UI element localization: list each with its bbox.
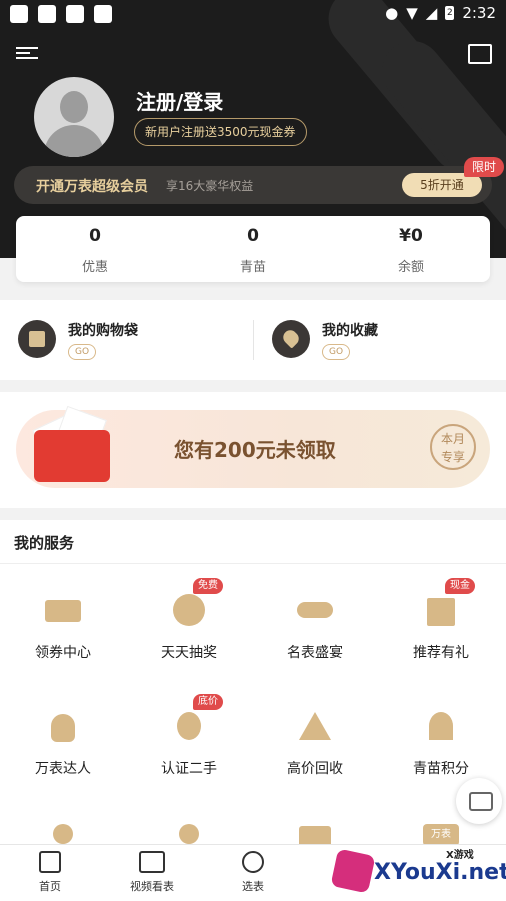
notification-icon xyxy=(94,5,112,23)
service-label: 万表达人 xyxy=(35,761,91,777)
tab-video[interactable]: 视频看表 xyxy=(112,851,192,894)
customer-service-chat-button[interactable] xyxy=(456,778,502,824)
gift-icon: 现金 xyxy=(423,578,475,628)
service-label: 领券中心 xyxy=(35,645,91,661)
sprout-icon xyxy=(423,708,459,744)
service-certified-used[interactable]: 底价 认证二手 xyxy=(126,694,252,778)
stamp-line: 本月 xyxy=(440,432,465,446)
ticket-icon xyxy=(45,592,81,628)
avatar[interactable] xyxy=(34,77,114,157)
wifi-icon: ▼ xyxy=(406,4,418,22)
menu-icon[interactable] xyxy=(16,44,38,62)
watermark-icon xyxy=(330,848,376,894)
vip-title: 开通万表超级会员 xyxy=(36,179,148,195)
services-section: 我的服务 领券中心 免费 天天抽奖 名表盛宴 现金 推荐有礼 万表达人 底价 认… xyxy=(0,520,506,850)
service-daily-lottery[interactable]: 免费 天天抽奖 xyxy=(126,578,252,662)
stat-label: 余额 xyxy=(397,260,424,275)
tab-select-watch[interactable]: 选表 xyxy=(213,851,293,894)
location-icon: ● xyxy=(385,4,399,22)
heart-icon xyxy=(272,320,310,358)
stat-balance[interactable]: ¥0 余额 xyxy=(332,216,490,282)
services-title: 我的服务 xyxy=(14,534,75,552)
go-tag: GO xyxy=(322,344,351,360)
limited-time-badge: 限时 xyxy=(463,157,504,177)
video-icon xyxy=(139,851,165,873)
watch-icon: 底价 xyxy=(171,694,223,744)
promo-section: 200 您有200元未领取 本月 专享 xyxy=(0,392,506,508)
stat-value: ¥0 xyxy=(399,226,423,246)
login-register-link[interactable]: 注册/登录 xyxy=(136,86,223,115)
shopping-bag-icon xyxy=(18,320,56,358)
wheel-icon: 免费 xyxy=(171,578,223,628)
battery-icon: 2 xyxy=(445,6,455,20)
vip-subtitle: 享16大豪华权益 xyxy=(166,179,254,193)
service-referral[interactable]: 现金 推荐有礼 xyxy=(378,578,504,662)
stat-label: 青苗 xyxy=(239,260,266,275)
stat-coupons[interactable]: 0 优惠 xyxy=(16,216,174,282)
service-coupon-center[interactable]: 领券中心 xyxy=(0,592,126,662)
stat-seedlings[interactable]: 0 青苗 xyxy=(174,216,332,282)
handshake-icon xyxy=(297,592,333,628)
service-label: 认证二手 xyxy=(161,761,217,777)
tab-home[interactable]: 首页 xyxy=(10,851,90,894)
free-badge: 免费 xyxy=(193,578,223,594)
stat-value: 0 xyxy=(89,226,101,246)
coupon-promo-banner[interactable]: 200 您有200元未领取 本月 专享 xyxy=(16,405,490,488)
watermark-text: XYouXi.net xyxy=(374,860,506,885)
service-label: 青苗积分 xyxy=(413,761,469,777)
clock-time: 2:32 xyxy=(462,4,496,22)
account-stats: 0 优惠 0 青苗 ¥0 余额 xyxy=(16,216,490,282)
mail-icon[interactable] xyxy=(468,44,492,64)
chat-icon xyxy=(469,792,493,811)
stamp-line: 专享 xyxy=(440,450,465,464)
status-bar: ● ▼ ◢ 2 2:32 xyxy=(0,0,506,30)
quick-links: 我的购物袋 GO 我的收藏 GO xyxy=(0,300,506,380)
watch-icon xyxy=(242,851,264,873)
service-label: 名表盛宴 xyxy=(287,645,343,661)
lowest-price-badge: 底价 xyxy=(193,694,223,710)
tab-label: 选表 xyxy=(242,880,264,893)
service-label: 推荐有礼 xyxy=(413,645,469,661)
cash-badge: 现金 xyxy=(445,578,475,594)
red-envelope-icon xyxy=(34,430,110,482)
money-bag-icon xyxy=(45,708,81,744)
watermark-logo: X游戏 XYouXi.net xyxy=(330,846,506,896)
notification-icon xyxy=(10,5,28,23)
tab-label: 首页 xyxy=(39,880,61,893)
service-recycle[interactable]: 高价回收 xyxy=(252,708,378,778)
go-tag: GO xyxy=(68,344,97,360)
stat-label: 优惠 xyxy=(81,260,108,275)
stat-value: 0 xyxy=(247,226,259,246)
service-watch-feast[interactable]: 名表盛宴 xyxy=(252,592,378,662)
partial-badge-label: 万表 xyxy=(423,824,459,846)
shopping-bag-label: 我的购物袋 xyxy=(68,323,138,339)
favorites-label: 我的收藏 xyxy=(322,323,378,339)
notification-icon xyxy=(66,5,84,23)
service-label: 高价回收 xyxy=(287,761,343,777)
promo-text: 您有200元未领取 xyxy=(174,438,336,462)
service-label: 天天抽奖 xyxy=(161,645,217,661)
monthly-exclusive-stamp: 本月 专享 xyxy=(430,424,476,470)
service-seedling-points[interactable]: 青苗积分 xyxy=(378,708,504,778)
home-icon xyxy=(39,851,61,873)
image-icon xyxy=(38,5,56,23)
recycle-icon xyxy=(297,708,333,744)
signal-icon: ◢ xyxy=(425,4,438,22)
watermark-small-text: X游戏 xyxy=(446,850,474,861)
tab-label: 视频看表 xyxy=(130,880,174,893)
vip-banner[interactable]: 开通万表超级会员 享16大豪华权益 5折开通 xyxy=(14,166,492,204)
divider xyxy=(253,320,254,360)
service-expert[interactable]: 万表达人 xyxy=(0,708,126,778)
divider xyxy=(0,563,506,564)
new-user-coupon-tag[interactable]: 新用户注册送3500元现金券 xyxy=(134,118,307,146)
